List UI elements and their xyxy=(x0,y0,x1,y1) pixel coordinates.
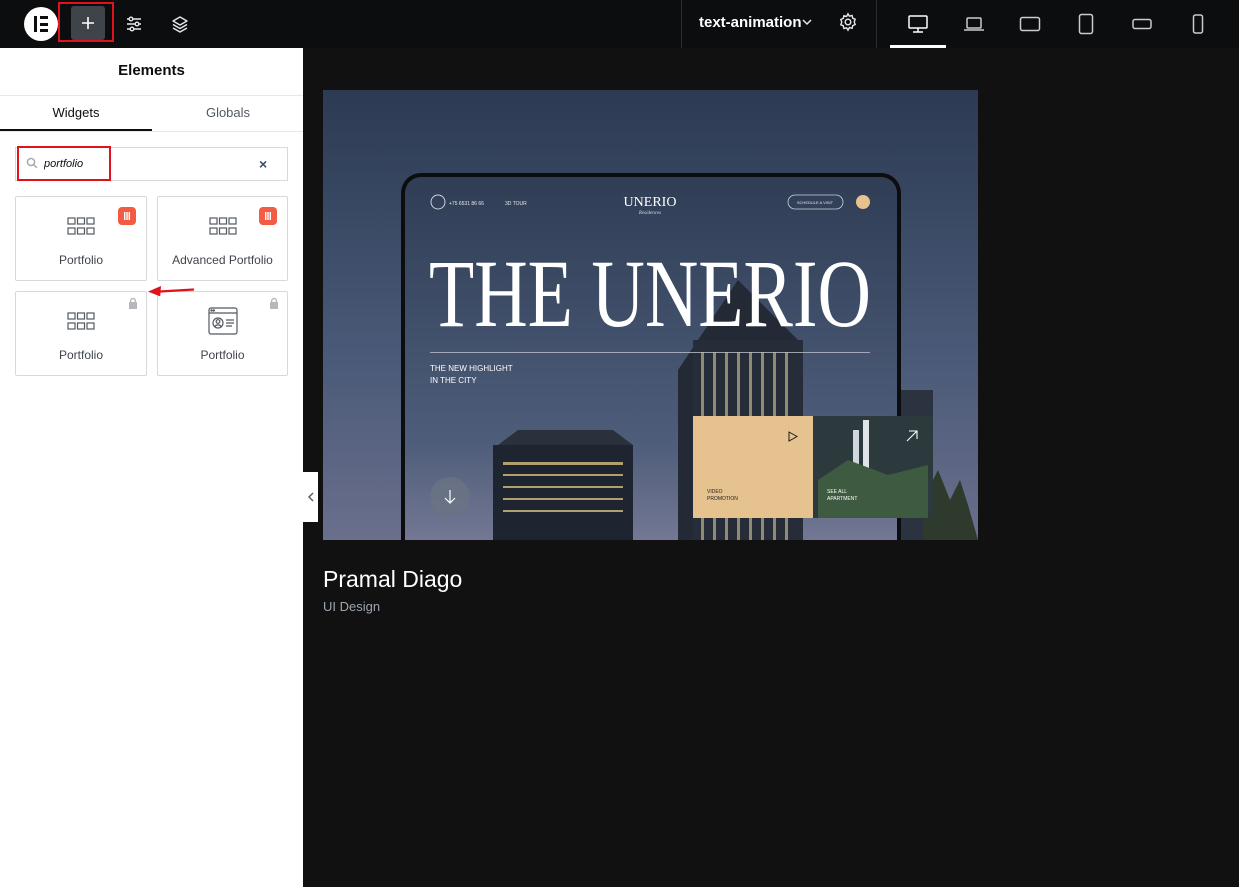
gear-icon[interactable] xyxy=(838,12,858,37)
mockup-headline: THE UNERIO xyxy=(429,240,871,347)
document-title[interactable]: text-animation xyxy=(699,14,802,31)
tabs-divider xyxy=(0,131,303,132)
panel-title: Elements xyxy=(118,62,185,79)
grid-icon xyxy=(67,312,95,330)
search-icon xyxy=(26,157,38,169)
project-title[interactable]: Pramal Diago xyxy=(323,566,462,593)
elementor-logo-icon[interactable] xyxy=(24,7,58,41)
add-element-button[interactable] xyxy=(71,6,105,40)
widget-portfolio-profile-locked[interactable]: Portfolio xyxy=(157,291,288,376)
mockup-tagline-1: THE NEW HIGHLIGHT xyxy=(430,364,513,373)
layers-icon[interactable] xyxy=(168,12,192,36)
tab-widgets[interactable]: Widgets xyxy=(0,96,152,132)
tablet-portrait-icon[interactable] xyxy=(1074,12,1098,36)
elements-panel: Elements Widgets Globals × Portfolio Adv… xyxy=(0,48,303,887)
mockup-logo-sub: Residences xyxy=(638,211,661,216)
mobile-landscape-icon[interactable] xyxy=(1130,12,1154,36)
mockup-card-2-line-1: SEE ALL xyxy=(827,489,847,495)
top-bar: text-animation xyxy=(0,0,1239,48)
widget-label: Advanced Portfolio xyxy=(172,253,273,267)
lock-icon xyxy=(129,297,137,309)
document-title-area: text-animation xyxy=(681,0,877,48)
hero-image: +75 6531 86 66 3D TOUR UNERIO Residences… xyxy=(323,90,978,540)
widget-advanced-portfolio[interactable]: Advanced Portfolio xyxy=(157,196,288,281)
widget-label: Portfolio xyxy=(200,348,245,362)
widget-portfolio-locked[interactable]: Portfolio xyxy=(15,291,147,376)
collapse-panel-handle[interactable] xyxy=(303,472,318,522)
widget-portfolio-pro[interactable]: Portfolio xyxy=(15,196,147,281)
mockup-card-1-line-2: PROMOTION xyxy=(707,496,738,502)
close-icon[interactable]: × xyxy=(259,156,267,172)
mockup-card-2-line-2: APARTMENT xyxy=(827,496,857,502)
laptop-icon[interactable] xyxy=(962,12,986,36)
pro-badge-icon xyxy=(118,207,136,225)
project-category: UI Design xyxy=(323,599,381,614)
widget-label: Portfolio xyxy=(58,253,104,267)
mockup-card-1-line-1: VIDEO xyxy=(707,489,723,495)
grid-icon xyxy=(208,217,237,235)
chevron-left-icon xyxy=(307,492,313,502)
tab-globals[interactable]: Globals xyxy=(152,96,304,132)
mockup-phone: +75 6531 86 66 xyxy=(449,201,484,207)
widget-label: Portfolio xyxy=(58,348,104,362)
plus-icon xyxy=(82,17,94,29)
mobile-portrait-icon[interactable] xyxy=(1186,12,1210,36)
pro-badge-icon xyxy=(259,207,277,225)
search-input[interactable] xyxy=(44,155,244,173)
sliders-icon[interactable] xyxy=(122,12,146,36)
lock-icon xyxy=(270,297,278,309)
mockup-schedule: SCHEDULE A VISIT xyxy=(797,200,834,205)
annotation-arrow-icon xyxy=(148,286,195,297)
tablet-landscape-icon[interactable] xyxy=(1018,12,1042,36)
portfolio-thumbnail[interactable]: +75 6531 86 66 3D TOUR UNERIO Residences… xyxy=(323,90,978,540)
grid-icon xyxy=(67,217,95,235)
chevron-down-icon[interactable] xyxy=(800,15,814,34)
mockup-tour: 3D TOUR xyxy=(505,201,527,207)
profile-card-icon xyxy=(207,307,238,335)
desktop-icon[interactable] xyxy=(906,12,930,36)
mockup-logo: UNERIO xyxy=(624,195,677,210)
mockup-tagline-2: IN THE CITY xyxy=(430,376,477,385)
